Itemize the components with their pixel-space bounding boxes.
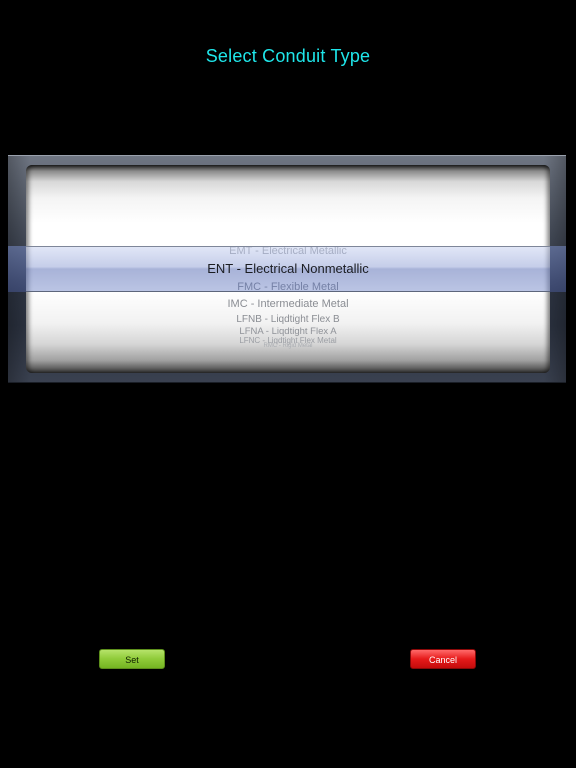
picker-item-imc[interactable]: IMC - Intermediate Metal [26, 298, 550, 310]
picker-item-emt[interactable]: EMT - Electrical Metallic [26, 245, 550, 257]
screen: Select Conduit Type EMT - Electrical Met… [0, 0, 576, 768]
picker-selected-item[interactable]: ENT - Electrical Nonmetallic [26, 261, 550, 276]
picker-item-fmc[interactable]: FMC - Flexible Metal [26, 281, 550, 293]
selection-band-left-cap [8, 246, 26, 292]
cancel-button[interactable]: Cancel [410, 649, 476, 669]
selection-band-right-cap [550, 246, 566, 292]
picker-item-rmc[interactable]: RMC - Rigid Metal [26, 343, 550, 349]
set-button[interactable]: Set [99, 649, 165, 669]
picker-item-lfnb[interactable]: LFNB - Liqdtight Flex B [26, 314, 550, 325]
page-title: Select Conduit Type [205, 46, 371, 66]
